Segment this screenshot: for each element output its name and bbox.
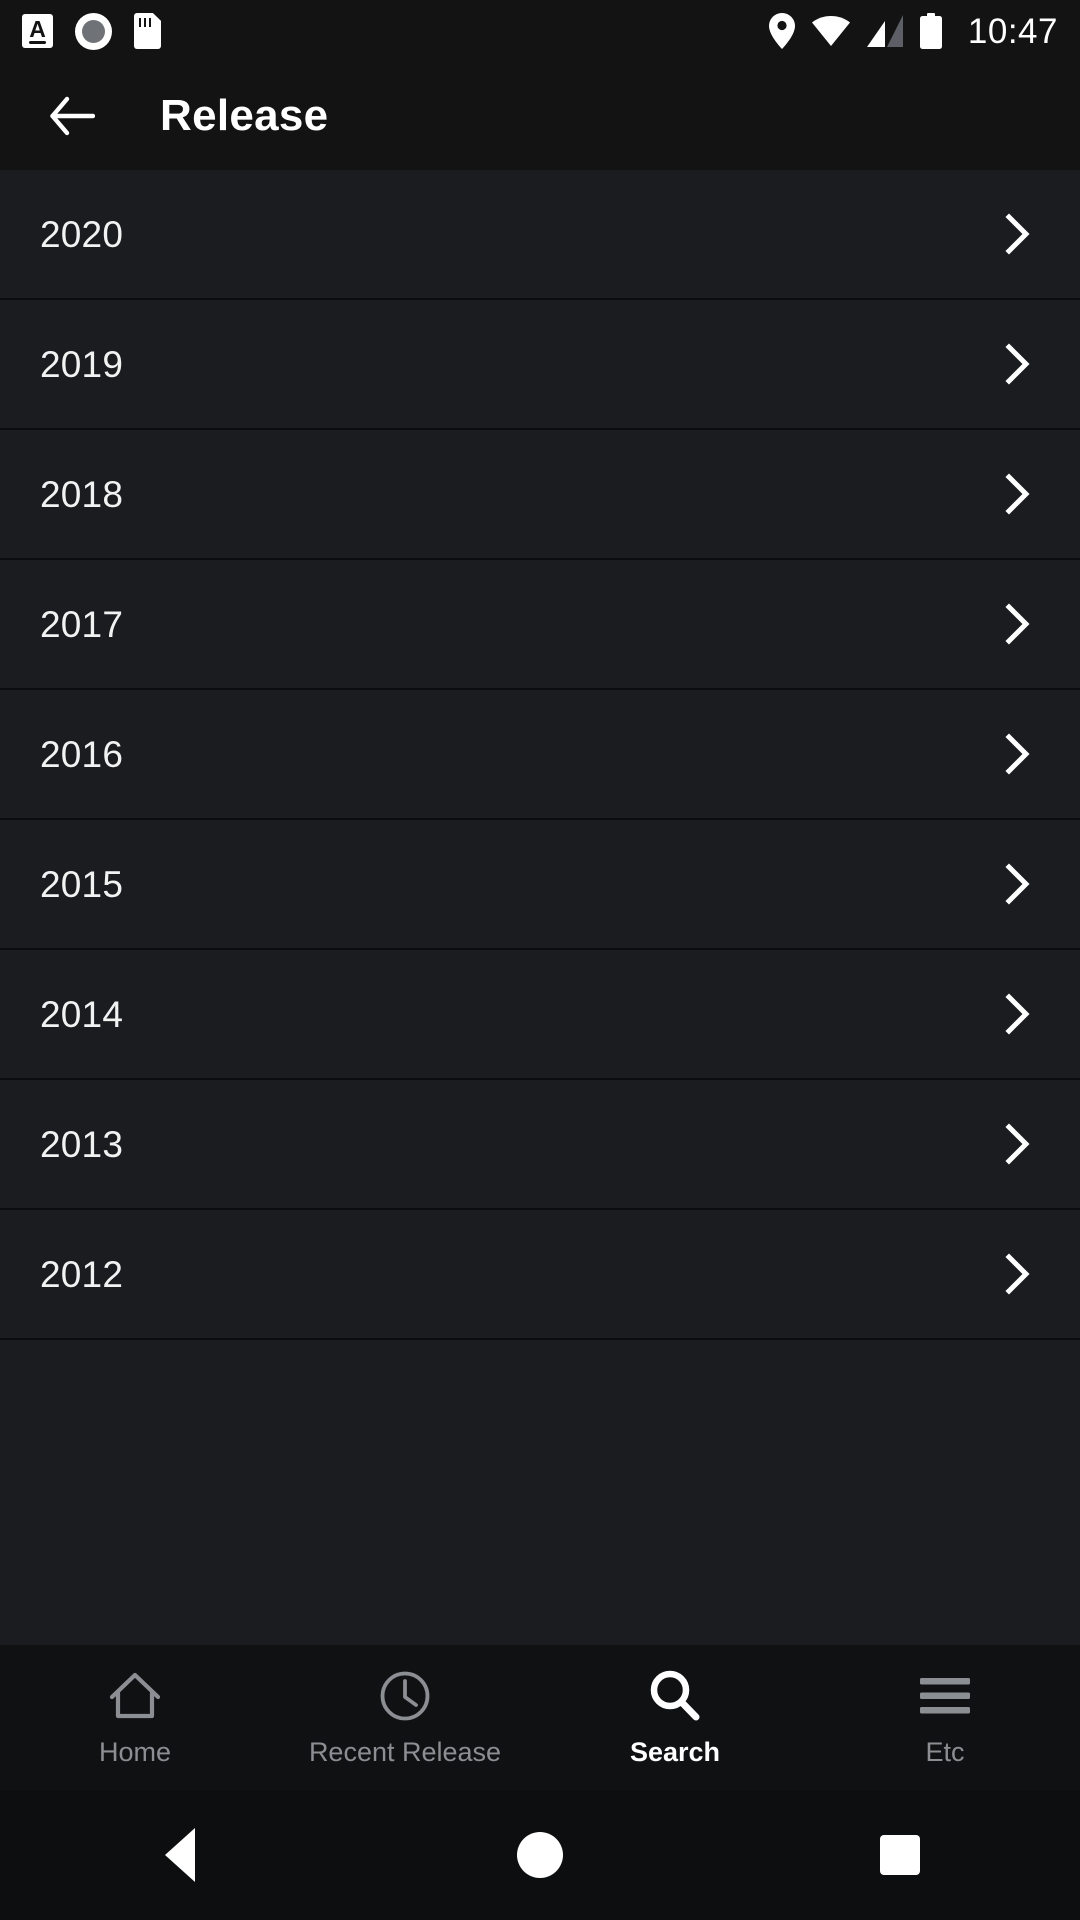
table-row[interactable]: 2020	[0, 170, 1080, 300]
bottom-nav-tab-label: Search	[629, 1737, 721, 1767]
bottom-nav-tab-recent-release[interactable]: Recent Release	[270, 1645, 540, 1790]
android-home-button[interactable]	[360, 1790, 720, 1920]
sd-card-icon	[134, 13, 161, 49]
chevron-right-icon	[996, 472, 1040, 516]
table-row[interactable]: 2017	[0, 560, 1080, 690]
android-system-nav-bar	[0, 1790, 1080, 1920]
release-year-label: 2019	[40, 343, 124, 385]
bottom-nav-tab-label: Recent Release	[308, 1737, 502, 1767]
release-year-label: 2015	[40, 863, 124, 905]
table-row[interactable]: 2012	[0, 1210, 1080, 1340]
chevron-right-icon	[996, 342, 1040, 386]
release-year-label: 2017	[40, 603, 124, 645]
chevron-right-icon	[996, 732, 1040, 776]
release-year-label: 2018	[40, 473, 124, 515]
bottom-nav-tab-etc[interactable]: Etc	[810, 1645, 1080, 1790]
battery-icon	[919, 13, 942, 49]
chevron-right-icon	[996, 1252, 1040, 1296]
cellular-signal-icon	[866, 15, 903, 47]
table-row[interactable]: 2014	[0, 950, 1080, 1080]
release-year-label: 2012	[40, 1253, 124, 1295]
chevron-right-icon	[996, 862, 1040, 906]
android-recents-button[interactable]	[720, 1790, 1080, 1920]
chevron-right-icon	[996, 992, 1040, 1036]
screen-record-icon	[75, 12, 112, 50]
bottom-nav-tab-search[interactable]: Search	[540, 1645, 810, 1790]
bottom-nav-tab-home[interactable]: Home	[0, 1645, 270, 1790]
release-year-label: 2016	[40, 733, 124, 775]
bottom-navigation-bar: Home Recent Release Search Etc	[0, 1645, 1080, 1790]
clock-icon	[379, 1669, 431, 1723]
circle-home-icon	[517, 1832, 563, 1878]
table-row[interactable]: 2015	[0, 820, 1080, 950]
table-row[interactable]: 2016	[0, 690, 1080, 820]
status-bar: A 10:47	[0, 0, 1080, 62]
table-row[interactable]: 2018	[0, 430, 1080, 560]
triangle-back-icon	[165, 1828, 195, 1882]
back-button[interactable]	[24, 68, 120, 164]
page-title: Release	[160, 91, 329, 140]
search-icon	[649, 1669, 701, 1723]
table-row[interactable]: 2019	[0, 300, 1080, 430]
release-year-label: 2013	[40, 1123, 124, 1165]
app-toolbar: Release	[0, 62, 1080, 170]
location-icon	[768, 13, 795, 49]
release-year-label: 2014	[40, 993, 124, 1035]
status-bar-clock: 10:47	[967, 11, 1058, 51]
release-year-label: 2020	[40, 213, 124, 255]
chevron-right-icon	[996, 1122, 1040, 1166]
wifi-icon	[811, 16, 850, 46]
chevron-right-icon	[996, 212, 1040, 256]
chevron-right-icon	[996, 602, 1040, 646]
android-back-button[interactable]	[0, 1790, 360, 1920]
bottom-nav-tab-label: Home	[98, 1737, 172, 1767]
status-bar-right-icons: 10:47	[768, 11, 1058, 51]
home-icon	[109, 1669, 161, 1723]
hamburger-menu-icon	[919, 1669, 971, 1723]
caps-lock-icon: A	[22, 14, 53, 48]
bottom-nav-tab-label: Etc	[925, 1737, 965, 1767]
release-year-list[interactable]: 2020 2019 2018 2017 2016 2015 2014 2013 2012	[0, 170, 1080, 1645]
square-recents-icon	[880, 1835, 920, 1875]
phone-screen: A 10:47 Release 2020 2019 2018 2017 2016…	[0, 0, 1080, 1920]
table-row[interactable]: 2013	[0, 1080, 1080, 1210]
status-bar-left-icons: A	[22, 12, 161, 50]
arrow-left-icon	[50, 96, 95, 136]
